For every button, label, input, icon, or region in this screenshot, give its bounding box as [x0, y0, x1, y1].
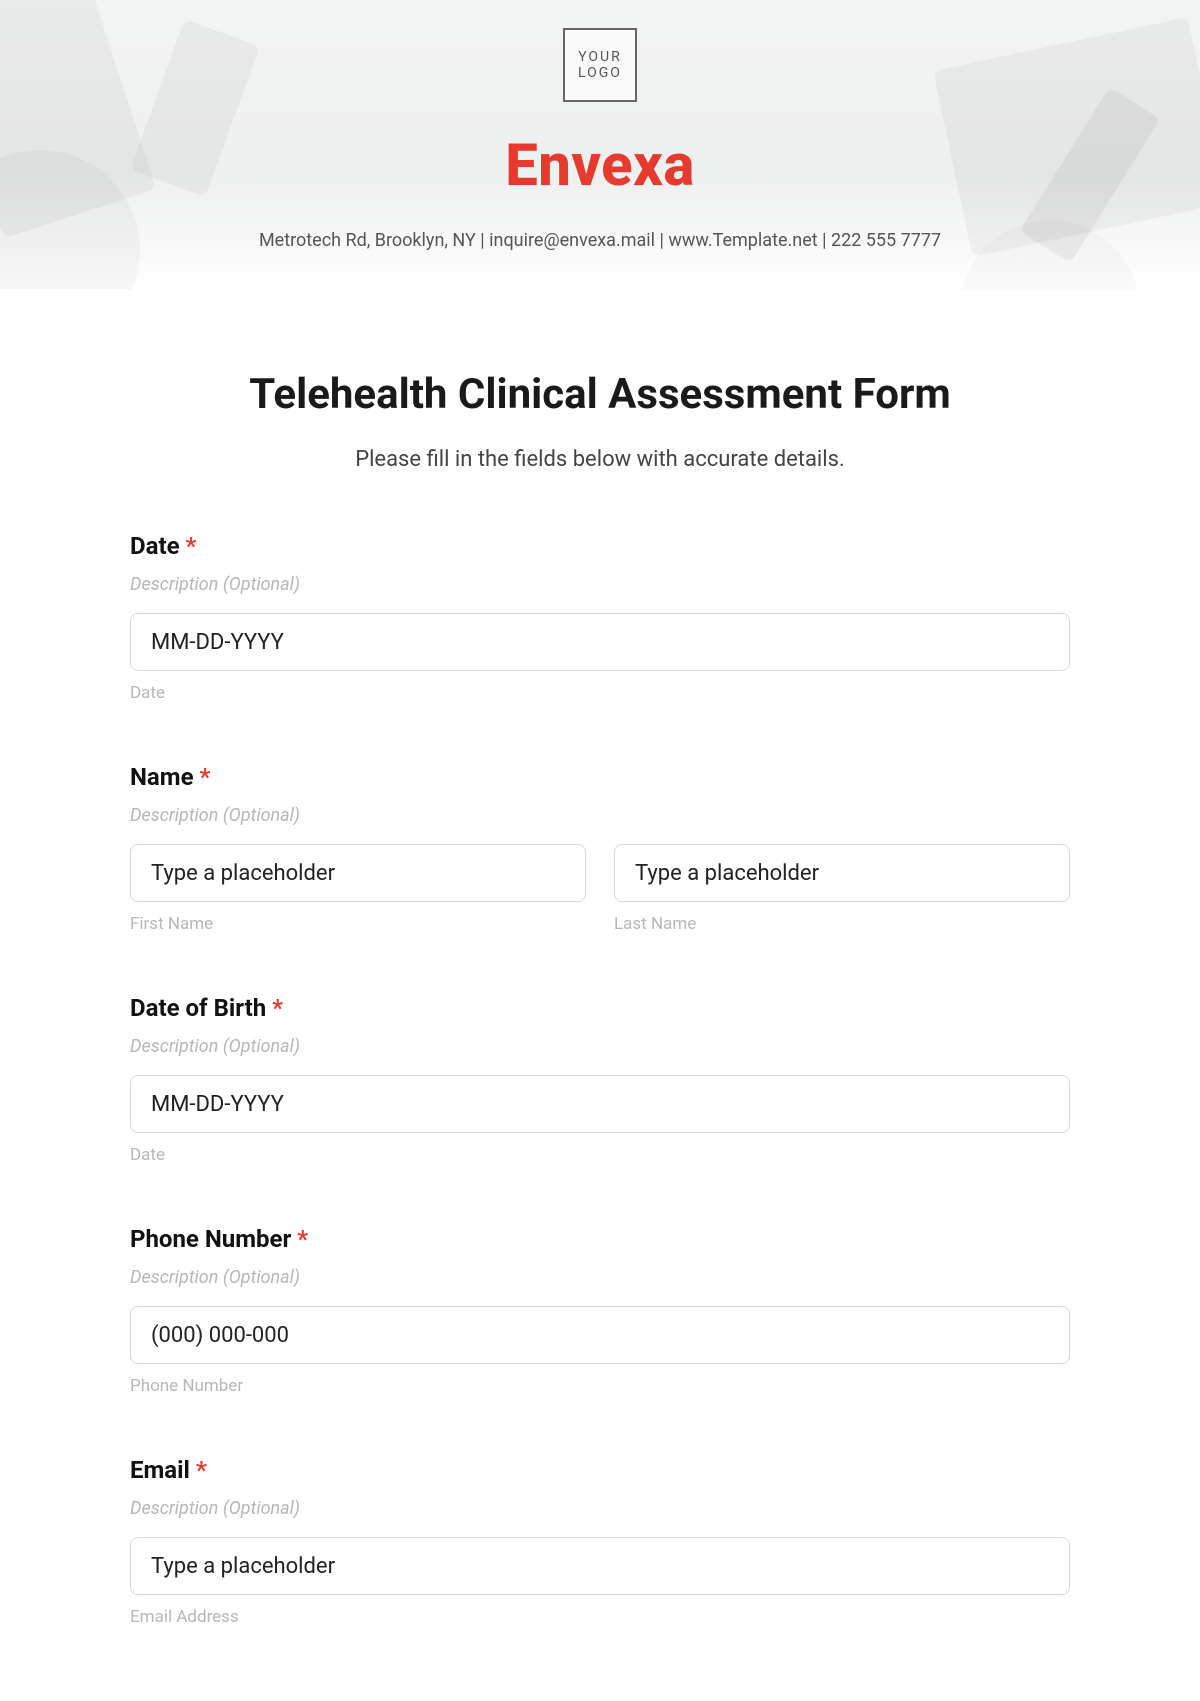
form-title: Telehealth Clinical Assessment Form [130, 370, 1070, 419]
field-sublabel: Email Address [130, 1607, 1070, 1627]
field-email: Email * Description (Optional) Email Add… [130, 1456, 1070, 1627]
required-mark: * [272, 994, 283, 1022]
field-description[interactable]: Description (Optional) [130, 1267, 1070, 1288]
email-input[interactable] [130, 1537, 1070, 1595]
date-input[interactable] [130, 613, 1070, 671]
field-sublabel: Date [130, 683, 1070, 703]
brand-name: Envexa [0, 132, 1200, 200]
field-description[interactable]: Description (Optional) [130, 574, 1070, 595]
label-text: Date [130, 532, 180, 560]
label-text: Email [130, 1456, 190, 1484]
dob-input[interactable] [130, 1075, 1070, 1133]
field-description[interactable]: Description (Optional) [130, 1036, 1070, 1057]
form-subtitle: Please fill in the fields below with acc… [130, 447, 1070, 472]
header-banner: YOUR LOGO Envexa Metrotech Rd, Brooklyn,… [0, 0, 1200, 290]
label-text: Date of Birth [130, 994, 266, 1022]
field-label: Date * [130, 532, 1070, 560]
required-mark: * [297, 1225, 308, 1253]
contact-line: Metrotech Rd, Brooklyn, NY | inquire@env… [0, 230, 1200, 251]
field-name: Name * Description (Optional) First Name… [130, 763, 1070, 934]
field-label: Phone Number * [130, 1225, 1070, 1253]
field-sublabel: Phone Number [130, 1376, 1070, 1396]
phone-input[interactable] [130, 1306, 1070, 1364]
label-text: Name [130, 763, 194, 791]
label-text: Phone Number [130, 1225, 291, 1253]
field-sublabel: First Name [130, 914, 586, 934]
field-sublabel: Last Name [614, 914, 1070, 934]
field-description[interactable]: Description (Optional) [130, 1498, 1070, 1519]
field-phone: Phone Number * Description (Optional) Ph… [130, 1225, 1070, 1396]
logo-placeholder: YOUR LOGO [563, 28, 637, 102]
required-mark: * [186, 532, 197, 560]
first-name-input[interactable] [130, 844, 586, 902]
required-mark: * [196, 1456, 207, 1484]
required-mark: * [200, 763, 211, 791]
field-date: Date * Description (Optional) Date [130, 532, 1070, 703]
field-label: Date of Birth * [130, 994, 1070, 1022]
logo-text: YOUR LOGO [578, 49, 622, 81]
field-sublabel: Date [130, 1145, 1070, 1165]
last-name-input[interactable] [614, 844, 1070, 902]
field-label: Email * [130, 1456, 1070, 1484]
field-description[interactable]: Description (Optional) [130, 805, 1070, 826]
form-container: Telehealth Clinical Assessment Form Plea… [0, 290, 1200, 1687]
field-label: Name * [130, 763, 1070, 791]
field-dob: Date of Birth * Description (Optional) D… [130, 994, 1070, 1165]
